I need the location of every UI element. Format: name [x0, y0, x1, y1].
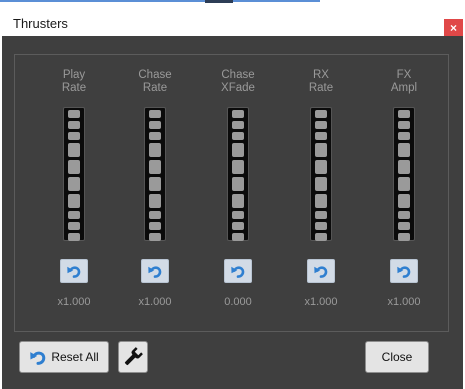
- thruster-column-chase-xfade: Chase XFade 0.000: [213, 69, 263, 308]
- thruster-label: Play Rate: [61, 69, 87, 94]
- settings-wrench-button[interactable]: [118, 341, 148, 373]
- slider-segment: [149, 143, 161, 157]
- window-title: Thrusters: [13, 16, 68, 31]
- slider-segment: [398, 110, 410, 118]
- thruster-value: 0.000: [224, 296, 252, 308]
- close-button[interactable]: Close: [365, 341, 429, 373]
- slider-segment: [149, 222, 161, 230]
- slider-segment: [68, 160, 80, 174]
- slider-segment: [149, 194, 161, 208]
- slider-segment: [398, 211, 410, 219]
- slider-segment: [232, 211, 244, 219]
- slider-segment: [398, 132, 410, 140]
- reset-button-rx-rate[interactable]: [307, 259, 335, 283]
- thruster-value: x1.000: [138, 296, 172, 308]
- slider-segment: [398, 143, 410, 157]
- thruster-slider-chase-rate[interactable]: [144, 107, 166, 241]
- slider-segment: [232, 222, 244, 230]
- slider-segment: [68, 121, 80, 129]
- slider-segment: [68, 132, 80, 140]
- slider-segment: [315, 233, 327, 241]
- slider-segment: [68, 233, 80, 241]
- thruster-value: x1.000: [304, 296, 338, 308]
- slider-segment: [149, 132, 161, 140]
- undo-arrow-icon: [148, 265, 162, 278]
- reset-button-chase-xfade[interactable]: [224, 259, 252, 283]
- thruster-column-fx-ampl: FX Ampl x1.000: [379, 69, 429, 308]
- thruster-slider-fx-ampl[interactable]: [393, 107, 415, 241]
- slider-segment: [68, 177, 80, 191]
- slider-segment: [232, 121, 244, 129]
- slider-segment: [149, 177, 161, 191]
- undo-arrow-icon: [314, 265, 328, 278]
- undo-arrow-icon: [30, 351, 46, 365]
- thruster-label: Chase Rate: [138, 69, 172, 94]
- slider-segment: [149, 211, 161, 219]
- slider-segment: [232, 110, 244, 118]
- reset-button-chase-rate[interactable]: [141, 259, 169, 283]
- thrusters-panel: Play Rate x1.000 Chase Rate x1.000 Chase…: [14, 54, 449, 332]
- slider-segment: [315, 222, 327, 230]
- reset-all-button[interactable]: Reset All: [19, 341, 109, 373]
- thruster-value: x1.000: [387, 296, 421, 308]
- slider-segment: [315, 194, 327, 208]
- thruster-column-chase-rate: Chase Rate x1.000: [130, 69, 180, 308]
- slider-segment: [315, 132, 327, 140]
- undo-arrow-icon: [231, 265, 245, 278]
- slider-segment: [232, 132, 244, 140]
- slider-segment: [232, 177, 244, 191]
- reset-all-label: Reset All: [51, 350, 99, 364]
- undo-arrow-icon: [67, 265, 81, 278]
- slider-segment: [68, 194, 80, 208]
- slider-segment: [68, 222, 80, 230]
- thruster-label: RX Rate: [308, 69, 334, 94]
- slider-segment: [315, 177, 327, 191]
- accent-line: [0, 0, 320, 2]
- slider-segment: [68, 143, 80, 157]
- thruster-label: Chase XFade: [221, 69, 255, 94]
- slider-segment: [232, 160, 244, 174]
- slider-segment: [315, 143, 327, 157]
- slider-segment: [315, 211, 327, 219]
- undo-arrow-icon: [397, 265, 411, 278]
- slider-segment: [149, 121, 161, 129]
- slider-segment: [149, 233, 161, 241]
- slider-segment: [398, 233, 410, 241]
- slider-segment: [232, 194, 244, 208]
- slider-segment: [149, 110, 161, 118]
- thruster-label: FX Ampl: [390, 69, 418, 94]
- thruster-slider-rx-rate[interactable]: [310, 107, 332, 241]
- slider-segment: [398, 121, 410, 129]
- slider-segment: [68, 211, 80, 219]
- thruster-column-play-rate: Play Rate x1.000: [49, 69, 99, 308]
- slider-segment: [398, 177, 410, 191]
- thruster-value: x1.000: [57, 296, 91, 308]
- slider-segment: [315, 121, 327, 129]
- dialog-client: Play Rate x1.000 Chase Rate x1.000 Chase…: [2, 36, 463, 389]
- slider-segment: [315, 160, 327, 174]
- reset-button-play-rate[interactable]: [60, 259, 88, 283]
- slider-segment: [68, 110, 80, 118]
- slider-segment: [398, 222, 410, 230]
- thruster-slider-play-rate[interactable]: [63, 107, 85, 241]
- thruster-column-rx-rate: RX Rate x1.000: [296, 69, 346, 308]
- wrench-icon: [124, 347, 143, 366]
- title-bar: Thrusters ×: [0, 3, 465, 38]
- thruster-slider-chase-xfade[interactable]: [227, 107, 249, 241]
- slider-segment: [232, 233, 244, 241]
- slider-segment: [149, 160, 161, 174]
- slider-segment: [398, 194, 410, 208]
- slider-segment: [398, 160, 410, 174]
- slider-segment: [315, 110, 327, 118]
- reset-button-fx-ampl[interactable]: [390, 259, 418, 283]
- slider-segment: [232, 143, 244, 157]
